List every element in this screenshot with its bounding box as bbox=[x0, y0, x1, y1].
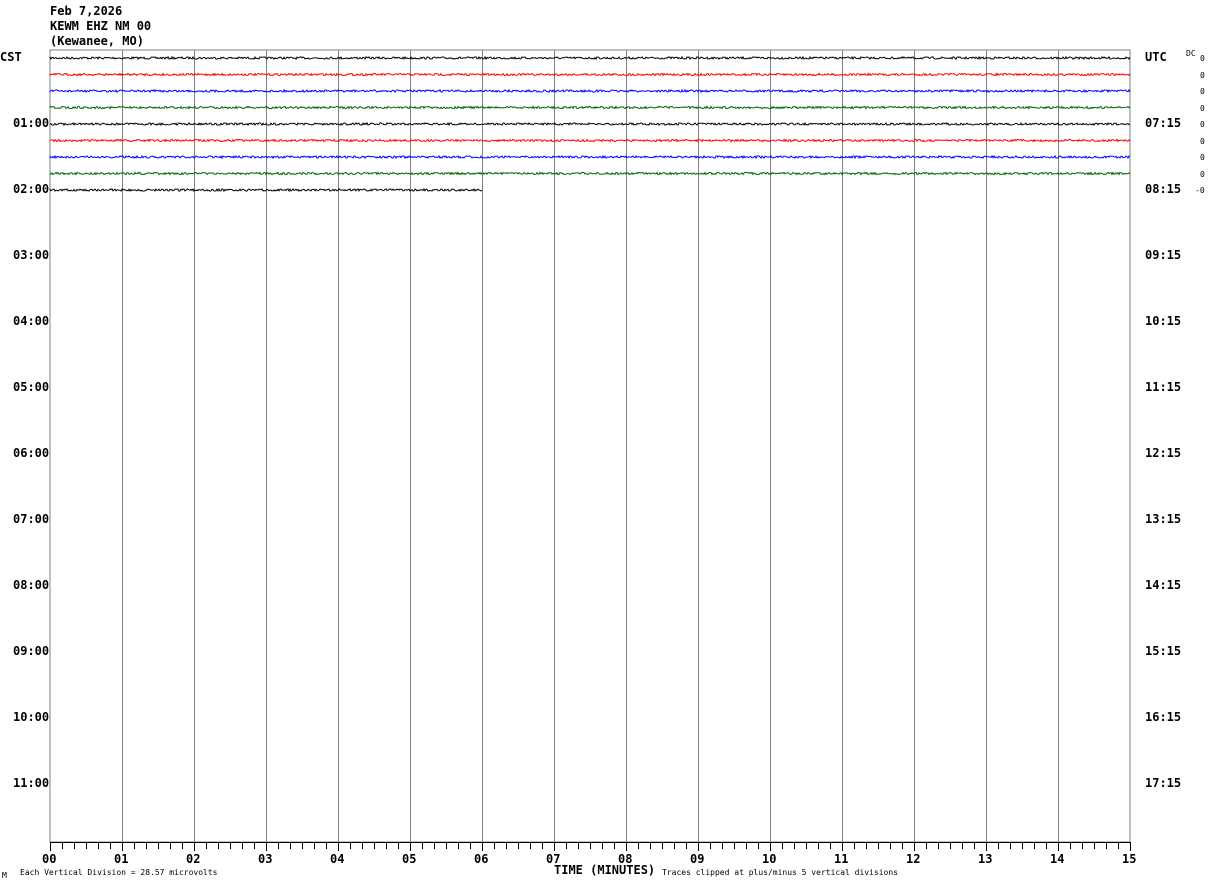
right-hour-label: 13:15 bbox=[1145, 512, 1182, 526]
dc-offset-label: 0 bbox=[1200, 169, 1205, 179]
x-tick-label: 03 bbox=[258, 852, 273, 866]
right-hour-label: 10:15 bbox=[1145, 314, 1182, 328]
seismic-trace bbox=[49, 154, 1131, 160]
left-hour-label: 07:00 bbox=[13, 512, 50, 526]
x-tick-label: 06 bbox=[474, 852, 489, 866]
right-hour-label: 07:15 bbox=[1145, 116, 1182, 130]
dc-offset-label: 0 bbox=[1200, 87, 1205, 96]
right-hour-label: 17:15 bbox=[1145, 776, 1182, 790]
dc-offset-label: 0 bbox=[1200, 70, 1205, 80]
left-hour-label: 04:00 bbox=[13, 314, 50, 328]
right-hour-label: 08:15 bbox=[1145, 182, 1182, 196]
left-hour-label: 09:00 bbox=[13, 644, 50, 658]
seismic-trace bbox=[49, 171, 1131, 176]
dc-offset-label: 0 bbox=[1200, 54, 1205, 63]
x-axis-title: TIME (MINUTES) bbox=[554, 863, 656, 877]
seismic-trace bbox=[49, 105, 1131, 110]
x-tick-label: 00 bbox=[42, 852, 57, 866]
left-hour-label: 08:00 bbox=[13, 578, 50, 592]
seismic-trace bbox=[49, 121, 1131, 127]
right-hour-label: UTC bbox=[1145, 50, 1167, 64]
scale-text: Each Vertical Division = 28.57 microvolt… bbox=[20, 868, 218, 877]
dc-offset-label: 0 bbox=[1200, 120, 1205, 129]
right-hour-label: 15:15 bbox=[1145, 644, 1182, 658]
right-hour-label: 12:15 bbox=[1145, 446, 1182, 460]
x-tick-label: 01 bbox=[114, 852, 129, 866]
x-tick-label: 14 bbox=[1050, 852, 1065, 866]
left-hour-label: 05:00 bbox=[13, 380, 50, 394]
corner-mark: M bbox=[2, 871, 7, 880]
x-tick-label: 05 bbox=[402, 852, 417, 866]
clip-text: Traces clipped at plus/minus 5 vertical … bbox=[662, 868, 899, 877]
plot-frame bbox=[49, 49, 1131, 843]
seismic-trace bbox=[49, 138, 1131, 143]
dc-offset-label: 0 bbox=[1200, 153, 1205, 162]
right-hour-label: 14:15 bbox=[1145, 578, 1182, 592]
left-hour-label: 02:00 bbox=[13, 182, 50, 196]
left-hour-label: 11:00 bbox=[13, 776, 50, 790]
right-hour-label: 11:15 bbox=[1145, 380, 1182, 394]
seismic-trace bbox=[49, 72, 1131, 77]
seismic-trace bbox=[49, 55, 1131, 61]
x-tick-label: 02 bbox=[186, 852, 201, 866]
x-tick-label: 10 bbox=[762, 852, 777, 866]
left-hour-label: CST bbox=[0, 50, 22, 64]
left-hour-label: 06:00 bbox=[13, 446, 50, 460]
seismic-trace bbox=[49, 88, 1131, 94]
dc-offset-label: 0 bbox=[1200, 136, 1205, 146]
x-tick-label: 04 bbox=[330, 852, 345, 866]
x-tick-label: 09 bbox=[690, 852, 705, 866]
x-tick-label: 11 bbox=[834, 852, 849, 866]
right-hour-label: 09:15 bbox=[1145, 248, 1182, 262]
left-hour-label: 10:00 bbox=[13, 710, 50, 724]
left-hour-label: 01:00 bbox=[13, 116, 50, 130]
right-hour-label: 16:15 bbox=[1145, 710, 1182, 724]
dc-offset-label: 0 bbox=[1200, 103, 1205, 113]
helicorder-plot bbox=[49, 49, 1131, 851]
x-tick-label: 13 bbox=[978, 852, 993, 866]
x-tick-label: 12 bbox=[906, 852, 921, 866]
x-tick-label: 15 bbox=[1122, 852, 1137, 866]
left-hour-label: 03:00 bbox=[13, 248, 50, 262]
dc-offset-label: -0 bbox=[1195, 186, 1205, 195]
